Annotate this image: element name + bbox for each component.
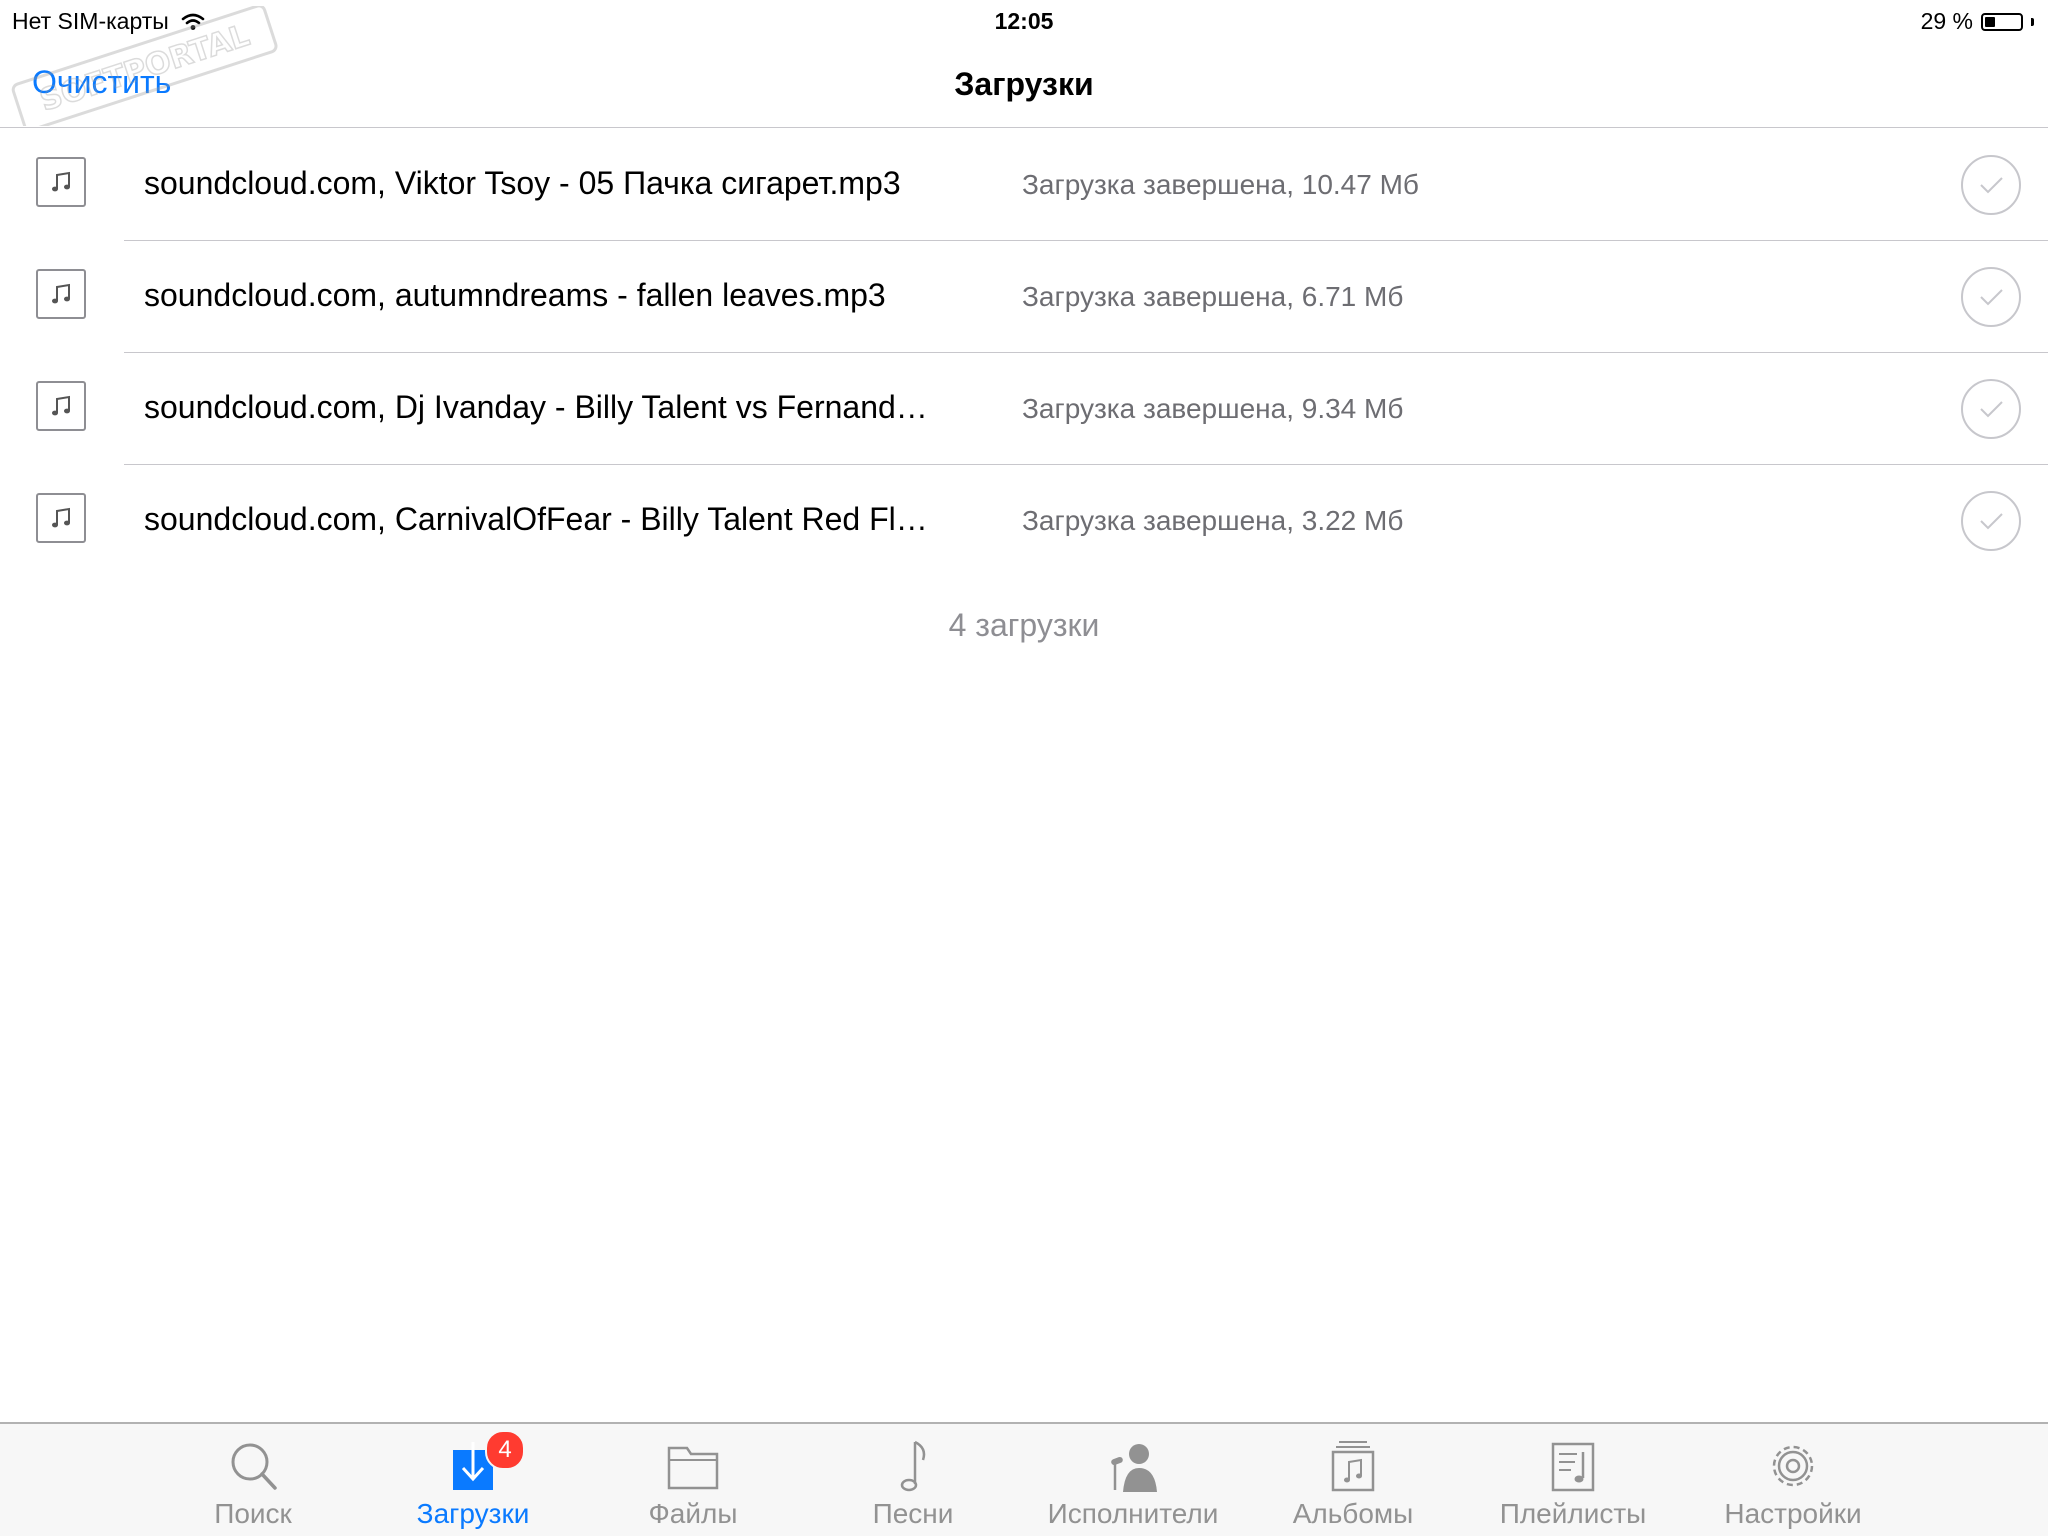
battery-fill (1985, 16, 1995, 27)
status-time: 12:05 (994, 8, 1054, 34)
download-row[interactable]: soundcloud.com, CarnivalOfFear - Billy T… (0, 465, 2048, 577)
gear-icon (1772, 1445, 1814, 1487)
download-status: Загрузка завершена, 9.34 Мб (1022, 393, 1404, 424)
tab-bar: Поиск 4 Загрузки Файлы Песни Исполнители… (0, 1422, 2048, 1536)
download-row[interactable]: soundcloud.com, Viktor Tsoy - 05 Пачка с… (0, 129, 2048, 241)
download-title: soundcloud.com, Dj Ivanday - Billy Talen… (144, 389, 928, 425)
download-status: Загрузка завершена, 6.71 Мб (1022, 281, 1404, 312)
tab-albums[interactable]: Альбомы (1253, 1424, 1453, 1536)
downloads-list: soundcloud.com, Viktor Tsoy - 05 Пачка с… (0, 129, 2048, 577)
download-row[interactable]: soundcloud.com, Dj Ivanday - Billy Talen… (0, 353, 2048, 465)
battery-icon (1981, 12, 2023, 31)
download-row[interactable]: soundcloud.com, autumndreams - fallen le… (0, 241, 2048, 353)
page-title: Загрузки (954, 66, 1094, 102)
battery-percent: 29 % (1920, 8, 1973, 34)
status-bar: Нет SIM-карты 12:05 29 % (0, 0, 2048, 42)
download-title: soundcloud.com, CarnivalOfFear - Billy T… (144, 501, 928, 537)
audio-file-icon (36, 157, 86, 207)
music-note-icon (900, 1440, 926, 1492)
download-status: Загрузка завершена, 3.22 Мб (1022, 505, 1404, 536)
audio-file-icon (36, 381, 86, 431)
tab-label: Настройки (1724, 1498, 1862, 1529)
checkmark-icon[interactable] (1961, 267, 2021, 327)
tab-label: Исполнители (1047, 1498, 1219, 1529)
folder-icon (667, 1446, 719, 1490)
tab-artists[interactable]: Исполнители (1033, 1424, 1233, 1536)
search-icon (231, 1443, 277, 1490)
navigation-bar: Очистить Загрузки (0, 42, 2048, 128)
tab-label: Песни (872, 1498, 954, 1529)
tab-label: Загрузки (416, 1498, 530, 1529)
playlist-icon (1551, 1442, 1595, 1492)
tab-label: Файлы (648, 1498, 738, 1529)
tab-search[interactable]: Поиск (153, 1424, 353, 1536)
download-title: soundcloud.com, autumndreams - fallen le… (144, 277, 886, 313)
tab-label: Альбомы (1292, 1498, 1414, 1529)
checkmark-icon[interactable] (1961, 491, 2021, 551)
audio-file-icon (36, 493, 86, 543)
audio-file-icon (36, 269, 86, 319)
tab-label: Плейлисты (1499, 1498, 1647, 1529)
battery-nub (2031, 17, 2034, 26)
tab-settings[interactable]: Настройки (1693, 1424, 1893, 1536)
tab-files[interactable]: Файлы (593, 1424, 793, 1536)
tab-label: Поиск (214, 1498, 292, 1529)
download-title: soundcloud.com, Viktor Tsoy - 05 Пачка с… (144, 165, 901, 201)
downloads-count: 4 загрузки (948, 607, 1100, 643)
checkmark-icon[interactable] (1961, 379, 2021, 439)
tab-badge: 4 (485, 1430, 525, 1470)
artist-icon (1111, 1444, 1157, 1492)
checkmark-icon[interactable] (1961, 155, 2021, 215)
tab-songs[interactable]: Песни (813, 1424, 1013, 1536)
download-status: Загрузка завершена, 10.47 Мб (1022, 169, 1419, 200)
tab-downloads[interactable]: 4 Загрузки (373, 1424, 573, 1536)
album-icon (1331, 1441, 1375, 1492)
status-right: 29 % (1921, 8, 2034, 35)
tab-playlists[interactable]: Плейлисты (1473, 1424, 1673, 1536)
